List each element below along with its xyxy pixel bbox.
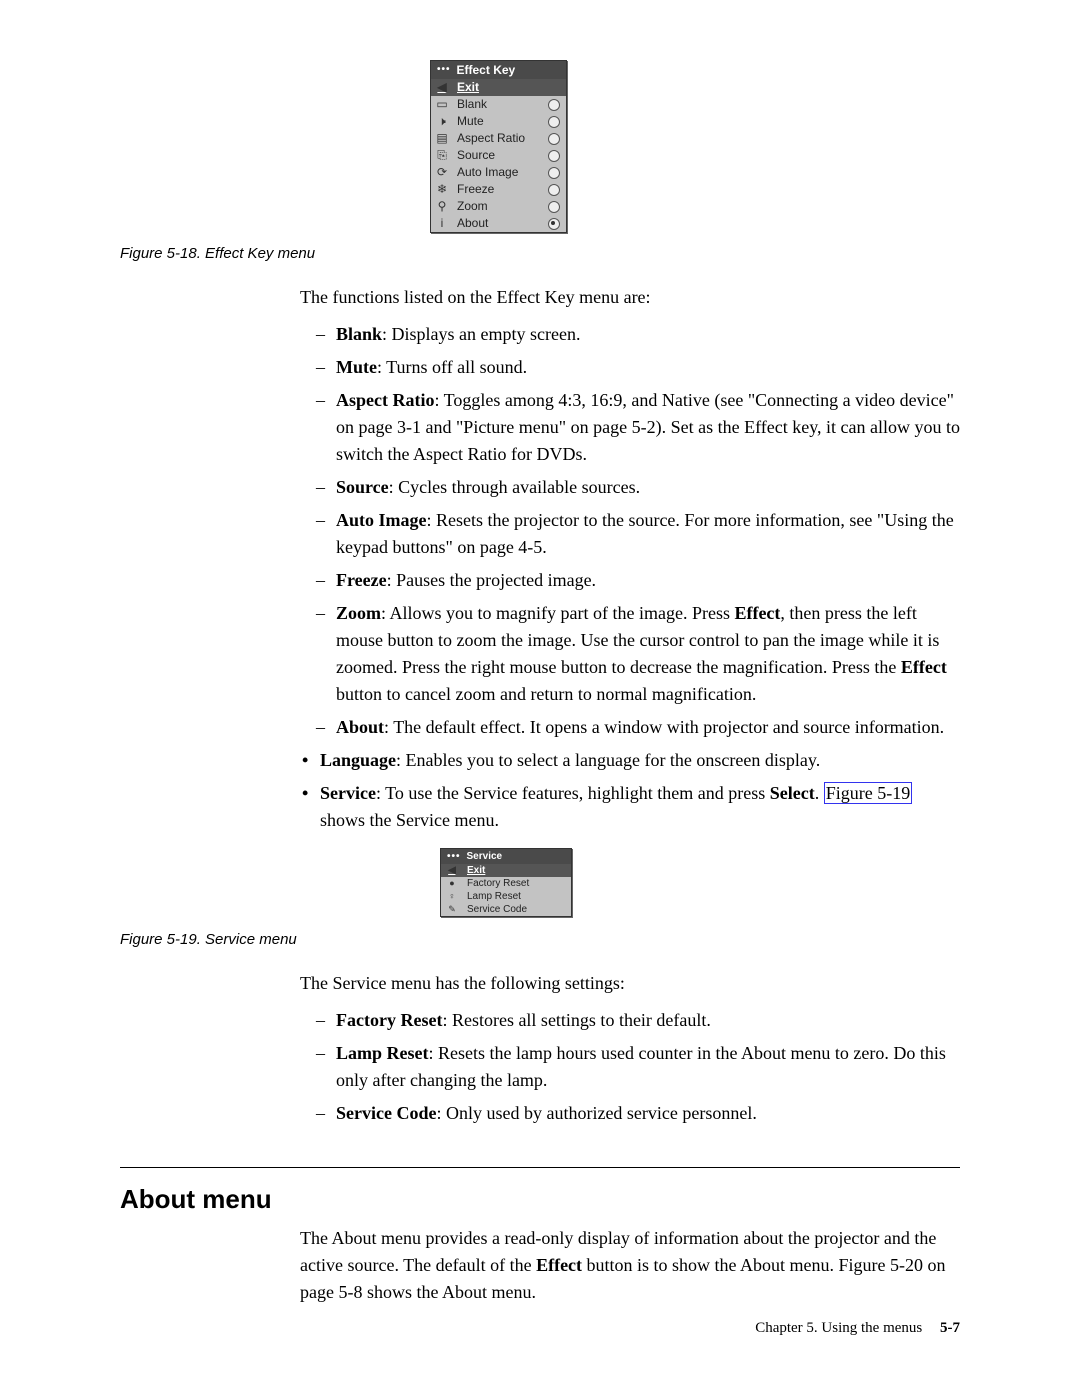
blank-icon: ▭: [435, 96, 449, 113]
list-item: Mute: Turns off all sound.: [322, 354, 960, 381]
back-arrow-icon: ◀: [435, 79, 449, 96]
radio-icon: [548, 218, 560, 230]
menu-item-label: Freeze: [457, 181, 494, 198]
menu-item-freeze: ❄ Freeze: [431, 181, 566, 198]
list-item: Zoom: Allows you to magnify part of the …: [322, 600, 960, 708]
service-menu: ••• Service ◀ Exit ● Factory Reset ♀ Lam…: [440, 848, 572, 917]
menu-item-factory-reset: ● Factory Reset: [441, 877, 571, 890]
intro-text: The Service menu has the following setti…: [300, 970, 960, 997]
exit-label: Exit: [467, 864, 485, 877]
radio-icon: [548, 99, 560, 111]
source-icon: ⎘: [435, 147, 449, 164]
back-arrow-icon: ◀: [445, 864, 459, 877]
radio-icon: [548, 150, 560, 162]
menu-item-label: Mute: [457, 113, 484, 130]
menu-item-label: Lamp Reset: [467, 890, 521, 903]
menu-item-blank: ▭ Blank: [431, 96, 566, 113]
autoimage-icon: ⟳: [435, 164, 449, 181]
list-item: Auto Image: Resets the projector to the …: [322, 507, 960, 561]
menu-item-autoimg: ⟳ Auto Image: [431, 164, 566, 181]
list-item: Source: Cycles through available sources…: [322, 474, 960, 501]
menu-item-about: i About: [431, 215, 566, 232]
info-icon: i: [435, 215, 449, 232]
menu-item-aspect: ▤ Aspect Ratio: [431, 130, 566, 147]
list-item: Lamp Reset: Resets the lamp hours used c…: [322, 1040, 960, 1094]
mute-icon: 🕨: [435, 113, 449, 130]
wrench-icon: ✎: [445, 903, 459, 916]
menu-item-mute: 🕨 Mute: [431, 113, 566, 130]
dots-icon: •••: [437, 61, 451, 79]
exit-label: Exit: [457, 79, 479, 96]
reset-icon: ●: [445, 877, 459, 890]
menu-item-service-code: ✎ Service Code: [441, 903, 571, 916]
figure-caption: Figure 5-19. Service menu: [120, 931, 960, 948]
menu-title-label: Effect Key: [457, 61, 516, 79]
radio-icon: [548, 184, 560, 196]
radio-icon: [548, 116, 560, 128]
menu-item-label: Source: [457, 147, 495, 164]
list-item: Blank: Displays an empty screen.: [322, 321, 960, 348]
menu-title: ••• Effect Key: [431, 61, 566, 79]
freeze-icon: ❄: [435, 181, 449, 198]
settings-bullets: Language: Enables you to select a langua…: [300, 747, 960, 834]
menu-title: ••• Service: [441, 849, 571, 864]
menu-item-label: Zoom: [457, 198, 488, 215]
menu-item-label: Auto Image: [457, 164, 518, 181]
dots-icon: •••: [447, 849, 461, 864]
menu-item-label: Blank: [457, 96, 487, 113]
list-item: Aspect Ratio: Toggles among 4:3, 16:9, a…: [322, 387, 960, 468]
section-heading: About menu: [120, 1184, 960, 1215]
menu-item-zoom: ⚲ Zoom: [431, 198, 566, 215]
list-item: About: The default effect. It opens a wi…: [322, 714, 960, 741]
footer-chapter: Chapter 5. Using the menus: [755, 1320, 922, 1336]
menu-exit-row: ◀ Exit: [431, 79, 566, 96]
page-footer: Chapter 5. Using the menus 5-7: [755, 1320, 960, 1337]
aspect-icon: ▤: [435, 130, 449, 147]
radio-icon: [548, 133, 560, 145]
menu-item-label: Service Code: [467, 903, 527, 916]
radio-icon: [548, 201, 560, 213]
list-item: Language: Enables you to select a langua…: [300, 747, 960, 774]
menu-title-label: Service: [467, 849, 503, 864]
menu-item-source: ⎘ Source: [431, 147, 566, 164]
figure-caption: Figure 5-18. Effect Key menu: [120, 245, 960, 262]
service-settings-list: Factory Reset: Restores all settings to …: [300, 1007, 960, 1127]
figure-link[interactable]: Figure 5-19: [824, 782, 913, 804]
lamp-icon: ♀: [445, 890, 459, 903]
effect-key-menu: ••• Effect Key ◀ Exit ▭ Blank 🕨 Mute: [430, 60, 567, 233]
list-item: Service Code: Only used by authorized se…: [322, 1100, 960, 1127]
menu-item-label: Factory Reset: [467, 877, 529, 890]
about-paragraph: The About menu provides a read-only disp…: [300, 1225, 960, 1306]
intro-text: The functions listed on the Effect Key m…: [300, 284, 960, 311]
radio-icon: [548, 167, 560, 179]
menu-exit-row: ◀ Exit: [441, 864, 571, 877]
list-item: Freeze: Pauses the projected image.: [322, 567, 960, 594]
menu-item-lamp-reset: ♀ Lamp Reset: [441, 890, 571, 903]
section-rule: [120, 1167, 960, 1168]
menu-item-label: About: [457, 215, 488, 232]
list-item: Factory Reset: Restores all settings to …: [322, 1007, 960, 1034]
effect-functions-list: Blank: Displays an empty screen. Mute: T…: [300, 321, 960, 741]
zoom-icon: ⚲: [435, 198, 449, 215]
list-item: Service: To use the Service features, hi…: [300, 780, 960, 834]
footer-page-number: 5-7: [940, 1320, 960, 1336]
menu-item-label: Aspect Ratio: [457, 130, 525, 147]
